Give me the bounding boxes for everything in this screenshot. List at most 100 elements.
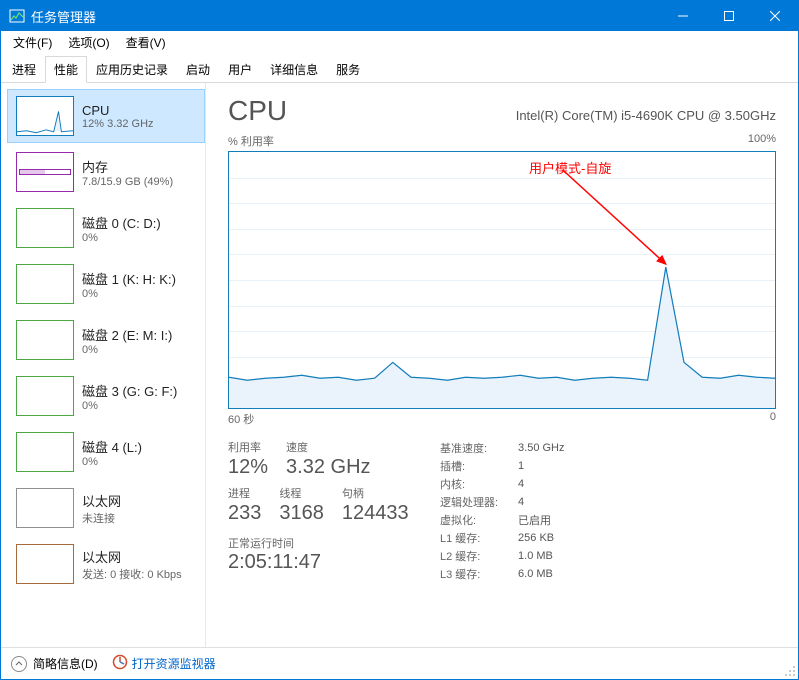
memory-label: 内存 bbox=[82, 157, 173, 176]
uptime-value: 2:05:11:47 bbox=[228, 551, 409, 574]
cpu-thumb bbox=[16, 96, 74, 136]
detail-pane: CPU Intel(R) Core(TM) i5-4690K CPU @ 3.5… bbox=[206, 83, 798, 659]
virt-value: 已启用 bbox=[518, 511, 564, 529]
disk-thumb bbox=[16, 432, 74, 472]
resmon-label: 打开资源监视器 bbox=[132, 655, 216, 672]
disk-thumb bbox=[16, 264, 74, 304]
window-titlebar: 任务管理器 bbox=[1, 1, 798, 31]
detail-title: CPU bbox=[228, 95, 287, 127]
proc-label: 进程 bbox=[228, 485, 261, 501]
fewer-details-button[interactable]: 简略信息(D) bbox=[11, 655, 98, 672]
disk1-sub: 0% bbox=[82, 288, 176, 300]
eth0-sub: 未连接 bbox=[82, 510, 121, 526]
app-icon bbox=[9, 8, 25, 24]
disk0-label: 磁盘 0 (C: D:) bbox=[82, 213, 161, 232]
thread-value: 3168 bbox=[279, 501, 324, 525]
footer: 简略信息(D) 打开资源监视器 bbox=[1, 647, 798, 679]
sidebar-item-memory[interactable]: 内存 7.8/15.9 GB (49%) bbox=[7, 145, 205, 199]
disk2-label: 磁盘 2 (E: M: I:) bbox=[82, 325, 172, 344]
content-area: CPU 12% 3.32 GHz 内存 7.8/15.9 GB (49%) 磁盘… bbox=[1, 83, 798, 659]
util-value: 12% bbox=[228, 455, 268, 479]
cpu-sub: 12% 3.32 GHz bbox=[82, 118, 154, 130]
chart-bottom-left-label: 60 秒 bbox=[228, 411, 254, 427]
cores-value: 4 bbox=[518, 475, 564, 493]
close-button[interactable] bbox=[752, 1, 798, 31]
menubar: 文件(F) 选项(O) 查看(V) bbox=[1, 31, 798, 53]
tab-users[interactable]: 用户 bbox=[219, 56, 261, 83]
l3-value: 6.0 MB bbox=[518, 565, 564, 583]
tab-startup[interactable]: 启动 bbox=[177, 56, 219, 83]
tab-processes[interactable]: 进程 bbox=[3, 56, 45, 83]
thread-label: 线程 bbox=[279, 485, 324, 501]
proc-value: 233 bbox=[228, 501, 261, 525]
stats-left: 利用率 12% 速度 3.32 GHz 进程 233 线程 3168 bbox=[228, 439, 409, 574]
tab-app-history[interactable]: 应用历史记录 bbox=[87, 56, 177, 83]
l3-label: L3 缓存: bbox=[440, 565, 518, 583]
disk-thumb bbox=[16, 320, 74, 360]
menu-options[interactable]: 选项(O) bbox=[60, 32, 117, 53]
tab-strip: 进程 性能 应用历史记录 启动 用户 详细信息 服务 bbox=[1, 55, 798, 83]
open-resource-monitor-link[interactable]: 打开资源监视器 bbox=[112, 654, 216, 673]
tab-services[interactable]: 服务 bbox=[327, 56, 369, 83]
window-title: 任务管理器 bbox=[31, 7, 660, 26]
lproc-value: 4 bbox=[518, 493, 564, 511]
disk4-sub: 0% bbox=[82, 456, 142, 468]
l1-label: L1 缓存: bbox=[440, 529, 518, 547]
base-speed-value: 3.50 GHz bbox=[518, 439, 564, 457]
eth1-sub: 发送: 0 接收: 0 Kbps bbox=[82, 566, 182, 582]
sidebar-item-cpu[interactable]: CPU 12% 3.32 GHz bbox=[7, 89, 205, 143]
speed-label: 速度 bbox=[286, 439, 370, 455]
tab-performance[interactable]: 性能 bbox=[45, 56, 87, 83]
disk0-sub: 0% bbox=[82, 232, 161, 244]
disk2-sub: 0% bbox=[82, 344, 172, 356]
sidebar-item-ethernet1[interactable]: 以太网 发送: 0 接收: 0 Kbps bbox=[7, 537, 205, 591]
menu-file[interactable]: 文件(F) bbox=[5, 32, 60, 53]
speed-value: 3.32 GHz bbox=[286, 455, 370, 479]
performance-sidebar: CPU 12% 3.32 GHz 内存 7.8/15.9 GB (49%) 磁盘… bbox=[1, 83, 206, 659]
sidebar-item-disk1[interactable]: 磁盘 1 (K: H: K:) 0% bbox=[7, 257, 205, 311]
l2-value: 1.0 MB bbox=[518, 547, 564, 565]
base-speed-label: 基准速度: bbox=[440, 439, 518, 457]
stats-right: 基准速度:3.50 GHz 插槽:1 内核:4 逻辑处理器:4 虚拟化:已启用 … bbox=[440, 439, 565, 583]
sidebar-item-disk0[interactable]: 磁盘 0 (C: D:) 0% bbox=[7, 201, 205, 255]
disk-thumb bbox=[16, 208, 74, 248]
ethernet-thumb bbox=[16, 488, 74, 528]
chart-bottom-right-label: 0 bbox=[770, 411, 776, 427]
lproc-label: 逻辑处理器: bbox=[440, 493, 518, 511]
minimize-button[interactable] bbox=[660, 1, 706, 31]
l1-value: 256 KB bbox=[518, 529, 564, 547]
tab-details[interactable]: 详细信息 bbox=[261, 56, 327, 83]
sidebar-item-disk2[interactable]: 磁盘 2 (E: M: I:) 0% bbox=[7, 313, 205, 367]
sidebar-item-disk3[interactable]: 磁盘 3 (G: G: F:) 0% bbox=[7, 369, 205, 423]
disk1-label: 磁盘 1 (K: H: K:) bbox=[82, 269, 176, 288]
socket-value: 1 bbox=[518, 457, 564, 475]
handle-label: 句柄 bbox=[342, 485, 409, 501]
disk4-label: 磁盘 4 (L:) bbox=[82, 437, 142, 456]
util-label: 利用率 bbox=[228, 439, 268, 455]
eth0-label: 以太网 bbox=[82, 491, 121, 510]
eth1-label: 以太网 bbox=[82, 547, 182, 566]
maximize-button[interactable] bbox=[706, 1, 752, 31]
handle-value: 124433 bbox=[342, 501, 409, 525]
disk3-label: 磁盘 3 (G: G: F:) bbox=[82, 381, 177, 400]
menu-view[interactable]: 查看(V) bbox=[118, 32, 174, 53]
sidebar-item-disk4[interactable]: 磁盘 4 (L:) 0% bbox=[7, 425, 205, 479]
chart-top-right-label: 100% bbox=[748, 133, 776, 149]
cores-label: 内核: bbox=[440, 475, 518, 493]
socket-label: 插槽: bbox=[440, 457, 518, 475]
cpu-utilization-chart: 用户模式-自旋 bbox=[228, 151, 776, 409]
memory-sub: 7.8/15.9 GB (49%) bbox=[82, 176, 173, 188]
sidebar-item-ethernet0[interactable]: 以太网 未连接 bbox=[7, 481, 205, 535]
memory-thumb bbox=[16, 152, 74, 192]
cpu-label: CPU bbox=[82, 103, 154, 118]
fewer-details-label: 简略信息(D) bbox=[33, 655, 98, 672]
resmon-icon bbox=[112, 654, 128, 673]
chevron-down-icon bbox=[11, 656, 27, 672]
cpu-model: Intel(R) Core(TM) i5-4690K CPU @ 3.50GHz bbox=[516, 108, 776, 123]
chart-top-left-label: % 利用率 bbox=[228, 133, 274, 149]
resize-grip[interactable] bbox=[784, 665, 796, 677]
l2-label: L2 缓存: bbox=[440, 547, 518, 565]
ethernet-thumb bbox=[16, 544, 74, 584]
uptime-label: 正常运行时间 bbox=[228, 535, 409, 551]
disk-thumb bbox=[16, 376, 74, 416]
